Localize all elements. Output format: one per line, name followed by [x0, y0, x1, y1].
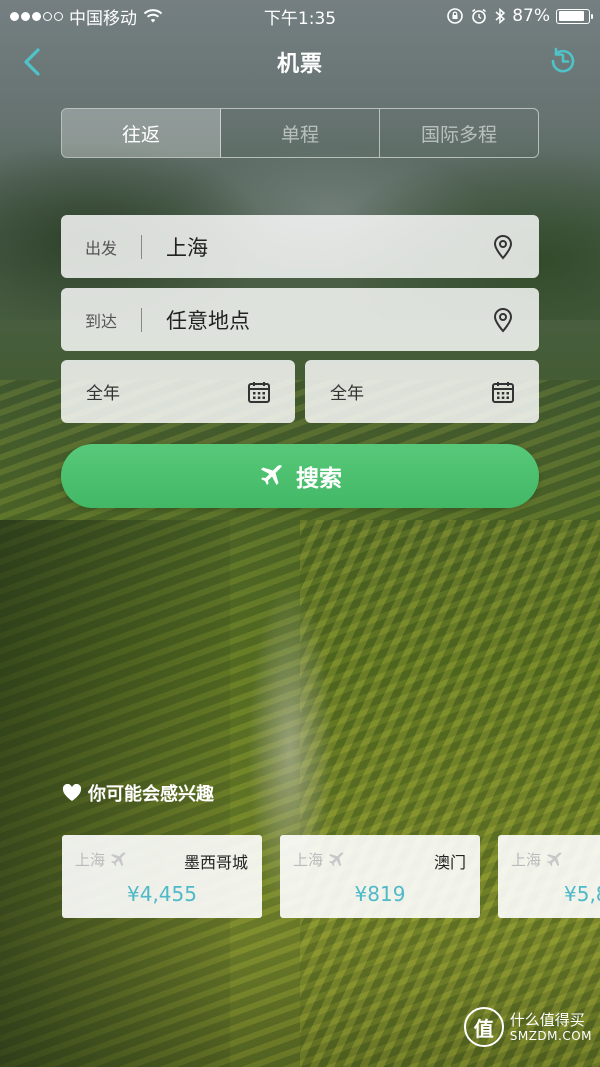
watermark: 值 什么值得买 SMZDM.COM — [463, 1007, 592, 1047]
card-origin: 上海 — [75, 849, 127, 870]
departure-field[interactable]: 出发 上海 — [61, 215, 539, 278]
card-origin-city: 上海 — [75, 851, 106, 869]
status-bar: 中国移动 下午1:35 87% — [0, 0, 600, 32]
background-mountains — [0, 60, 600, 320]
trip-type-tabs: 往返 单程 国际多程 — [61, 108, 539, 158]
airplane-icon — [111, 851, 126, 866]
departure-date-label: 全年 — [86, 384, 120, 404]
watermark-line2: SMZDM.COM — [509, 1028, 592, 1043]
card-destination: 墨西哥城 — [183, 853, 248, 872]
departure-label: 出发 — [84, 238, 117, 258]
signal-strength-icon — [10, 11, 63, 21]
location-pin-icon[interactable] — [491, 234, 515, 260]
background-river — [200, 590, 360, 1067]
calendar-icon — [492, 381, 514, 403]
history-button[interactable] — [548, 46, 578, 76]
carrier-label: 中国移动 — [69, 8, 137, 29]
interest-section-title: 你可能会感兴趣 — [62, 780, 214, 806]
recommendation-card[interactable]: 上海 澳门 ¥819 — [280, 835, 480, 918]
card-origin: 上海 — [511, 849, 563, 870]
departure-value[interactable]: 上海 — [142, 232, 491, 262]
battery-percent: 87% — [512, 6, 550, 26]
interest-title-text: 你可能会感兴趣 — [88, 784, 214, 805]
return-date-field[interactable]: 全年 — [305, 360, 539, 423]
battery-level — [558, 11, 584, 21]
rotation-lock-icon — [447, 8, 464, 24]
status-right: 87% — [446, 6, 593, 26]
card-price: ¥819 — [354, 882, 406, 906]
tab-multi-city[interactable]: 国际多程 — [380, 109, 538, 157]
airplane-icon — [261, 465, 282, 485]
history-clock-icon — [551, 47, 575, 73]
card-price: ¥5,8 — [564, 882, 600, 906]
departure-date-field[interactable]: 全年 — [61, 360, 295, 423]
card-price: ¥4,455 — [127, 882, 197, 906]
watermark-logo: 值 — [463, 1007, 504, 1047]
card-destination: 澳门 — [433, 853, 466, 872]
arrival-value[interactable]: 任意地点 — [142, 305, 491, 335]
location-pin-icon[interactable] — [491, 307, 515, 333]
recommendation-card[interactable]: 上海 ¥5,8 — [498, 835, 600, 918]
watermark-line1: 什么值得买 — [509, 1010, 585, 1029]
search-button[interactable]: 搜索 — [61, 444, 539, 508]
card-origin-city: 上海 — [511, 851, 542, 869]
search-label: 搜索 — [296, 466, 342, 492]
arrival-field[interactable]: 到达 任意地点 — [61, 288, 539, 351]
bluetooth-icon — [495, 7, 506, 25]
back-button[interactable] — [18, 46, 48, 78]
watermark-text: 什么值得买 SMZDM.COM — [510, 1011, 592, 1043]
airplane-icon — [329, 851, 344, 866]
heart-icon — [62, 784, 82, 801]
chevron-left-icon — [24, 48, 40, 76]
recommendation-card[interactable]: 上海 墨西哥城 ¥4,455 — [62, 835, 262, 918]
card-origin-city: 上海 — [293, 851, 324, 869]
tab-round-trip[interactable]: 往返 — [62, 109, 221, 157]
airplane-icon — [547, 851, 562, 866]
alarm-icon — [472, 8, 487, 24]
status-left: 中国移动 — [10, 4, 163, 29]
status-time: 下午1:35 — [263, 8, 337, 29]
return-date-label: 全年 — [330, 384, 364, 404]
nav-bar: 机票 — [0, 36, 600, 88]
calendar-icon — [248, 381, 270, 403]
card-origin: 上海 — [293, 849, 345, 870]
arrival-label: 到达 — [84, 311, 117, 331]
wifi-icon — [143, 9, 163, 23]
battery-icon — [556, 8, 593, 24]
tab-one-way[interactable]: 单程 — [221, 109, 380, 157]
page-title: 机票 — [276, 52, 323, 77]
